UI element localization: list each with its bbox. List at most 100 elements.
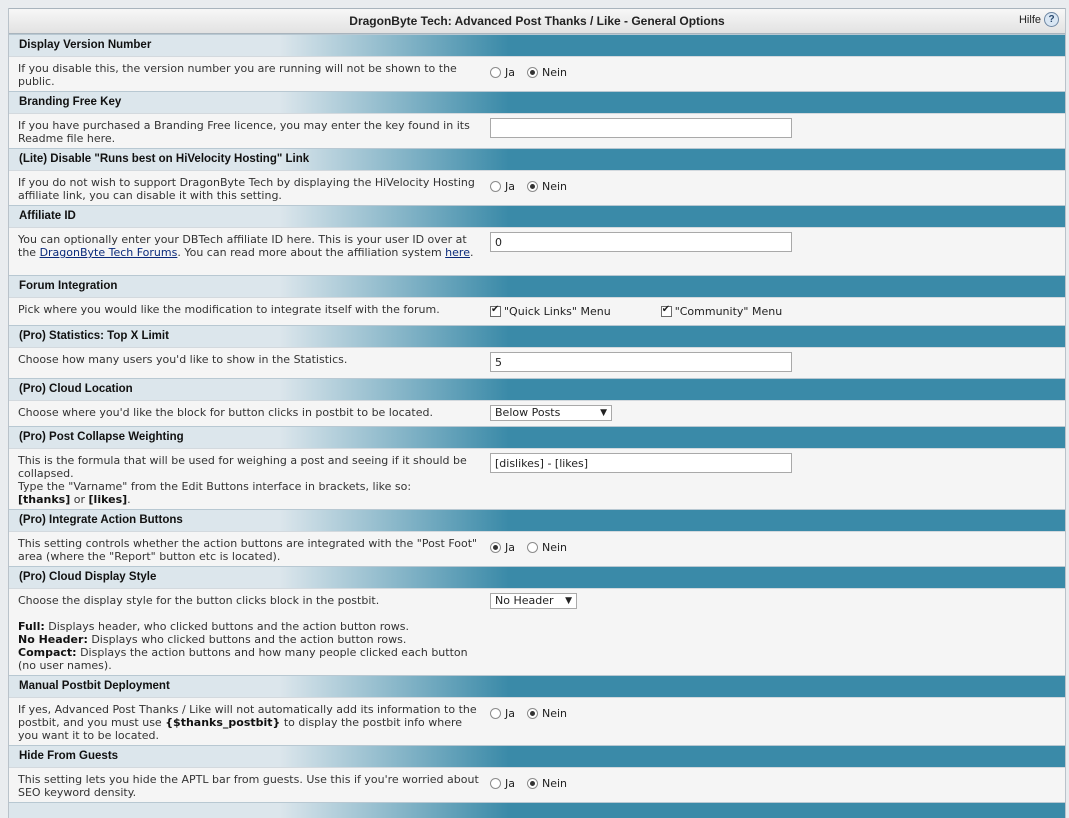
varname-thanks: [thanks] (18, 493, 71, 506)
display-style-select[interactable]: No Header ▼ (490, 593, 577, 609)
section-body-stats: Choose how many users you'd like to show… (9, 347, 1065, 378)
version-radio-group: Ja Nein (490, 66, 579, 79)
radio-label-nein: Nein (542, 66, 568, 79)
section-header-guests: Hide From Guests (9, 745, 1065, 767)
dropdown-arrow-icon: ▼ (600, 408, 607, 418)
style-compact-label: Compact: (18, 646, 77, 659)
setting-description: Pick where you would like the modificati… (18, 303, 440, 316)
radio-nein[interactable] (527, 67, 538, 78)
setting-description: You can optionally enter your DBTech aff… (18, 233, 480, 259)
section-title: (Pro) Statistics: Top X Limit (19, 330, 169, 342)
section-header-lite-link: (Lite) Disable "Runs best on HiVelocity … (9, 148, 1065, 170)
radio-nein[interactable] (527, 181, 538, 192)
settings-panel: DragonByte Tech: Advanced Post Thanks / … (8, 8, 1066, 818)
section-body-collapse: This is the formula that will be used fo… (9, 448, 1065, 509)
desc-text: Choose the display style for the button … (18, 594, 380, 607)
collapse-formula-input[interactable]: [dislikes] - [likes] (490, 453, 792, 473)
section-title: (Lite) Disable "Runs best on HiVelocity … (19, 153, 310, 165)
checkbox-quick-links[interactable]: "Quick Links" Menu (490, 304, 611, 318)
action-buttons-radio-group: Ja Nein (490, 541, 579, 554)
setting-description: Choose where you'd like the block for bu… (18, 406, 433, 419)
radio-ja[interactable] (490, 542, 501, 553)
radio-nein[interactable] (527, 708, 538, 719)
radio-label-ja: Ja (505, 180, 515, 193)
setting-description: If you do not wish to support DragonByte… (18, 176, 475, 202)
section-header-collapse: (Pro) Post Collapse Weighting (9, 426, 1065, 448)
help-icon: ? (1044, 12, 1059, 27)
radio-nein[interactable] (527, 778, 538, 789)
desc-text: . You can read more about the affiliatio… (177, 246, 446, 259)
section-title: Display Version Number (19, 39, 152, 51)
radio-ja[interactable] (490, 708, 501, 719)
desc-text: Displays who clicked buttons and the act… (87, 633, 407, 646)
radio-label-ja: Ja (505, 707, 515, 720)
setting-description: This setting lets you hide the APTL bar … (18, 773, 479, 799)
section-title: Affiliate ID (19, 210, 76, 222)
desc-text: Displays the action buttons and how many… (18, 646, 468, 672)
affiliate-id-input[interactable]: 0 (490, 232, 792, 252)
section-body-forum: Pick where you would like the modificati… (9, 297, 1065, 325)
checkbox-community[interactable]: "Community" Menu (660, 304, 782, 318)
desc-text: Type the "Varname" from the Edit Buttons… (18, 480, 412, 493)
radio-ja[interactable] (490, 181, 501, 192)
style-noheader-label: No Header: (18, 633, 88, 646)
stats-limit-input[interactable]: 5 (490, 352, 792, 372)
section-title: Hide From Guests (19, 750, 119, 762)
radio-label-ja: Ja (505, 777, 515, 790)
setting-description: This is the formula that will be used fo… (18, 454, 480, 506)
section-body-branding: If you have purchased a Branding Free li… (9, 113, 1065, 148)
postbit-variable-code: {$thanks_postbit} (165, 716, 281, 729)
forum-checkbox-group: "Quick Links" Menu "Community" Menu (490, 304, 830, 318)
section-title: Branding Free Key (19, 96, 122, 108)
section-header-manual: Manual Postbit Deployment (9, 675, 1065, 697)
section-header-action-buttons: (Pro) Integrate Action Buttons (9, 509, 1065, 531)
desc-text: Displays header, who clicked buttons and… (44, 620, 410, 633)
section-title: (Pro) Integrate Action Buttons (19, 514, 183, 526)
select-value: Below Posts (495, 406, 561, 419)
setting-description: If yes, Advanced Post Thanks / Like will… (18, 703, 480, 742)
section-title: (Pro) Post Collapse Weighting (19, 431, 184, 443)
section-title: Manual Postbit Deployment (19, 680, 170, 692)
radio-label-nein: Nein (542, 180, 568, 193)
radio-nein[interactable] (527, 542, 538, 553)
section-title: (Pro) Cloud Location (19, 383, 133, 395)
help-link[interactable]: Hilfe ? (1019, 12, 1059, 27)
affiliation-here-link[interactable]: here (445, 246, 470, 259)
checkbox-label: "Quick Links" Menu (504, 305, 611, 318)
checkbox-box[interactable] (490, 304, 501, 317)
desc-text: This is the formula that will be used fo… (18, 454, 467, 480)
section-body-cloud-location: Choose where you'd like the block for bu… (9, 400, 1065, 426)
style-full-label: Full: (18, 620, 45, 633)
section-header-cloud-location: (Pro) Cloud Location (9, 378, 1065, 400)
setting-description: Choose the display style for the button … (18, 594, 480, 672)
section-body-action-buttons: This setting controls whether the action… (9, 531, 1065, 566)
checkbox-box[interactable] (660, 304, 672, 317)
section-header-branding: Branding Free Key (9, 91, 1065, 113)
desc-text: or (70, 493, 89, 506)
page-title: DragonByte Tech: Advanced Post Thanks / … (349, 14, 725, 28)
section-header-forum: Forum Integration (9, 275, 1065, 297)
section-body-guests: This setting lets you hide the APTL bar … (9, 767, 1065, 802)
section-body-version: If you disable this, the version number … (9, 56, 1065, 91)
radio-ja[interactable] (490, 67, 501, 78)
desc-text: . (469, 246, 474, 259)
dragonbyte-forums-link[interactable]: DragonByte Tech Forums (40, 246, 178, 259)
radio-label-ja: Ja (505, 66, 515, 79)
setting-description: If you disable this, the version number … (18, 62, 457, 88)
help-label: Hilfe (1018, 13, 1041, 26)
section-title: Forum Integration (19, 280, 118, 292)
section-header-display-style: (Pro) Cloud Display Style (9, 566, 1065, 588)
branding-key-input[interactable] (490, 118, 792, 138)
panel-header: DragonByte Tech: Advanced Post Thanks / … (9, 8, 1065, 34)
radio-label-nein: Nein (542, 777, 568, 790)
radio-ja[interactable] (490, 778, 501, 789)
section-header-next (9, 802, 1065, 818)
desc-text: . (127, 493, 131, 506)
section-header-stats: (Pro) Statistics: Top X Limit (9, 325, 1065, 347)
setting-description: If you have purchased a Branding Free li… (18, 119, 470, 145)
cloud-location-select[interactable]: Below Posts ▼ (490, 405, 612, 421)
dropdown-arrow-icon: ▼ (565, 596, 572, 606)
setting-description: Choose how many users you'd like to show… (18, 353, 348, 366)
section-body-lite-link: If you do not wish to support DragonByte… (9, 170, 1065, 205)
radio-label-nein: Nein (542, 707, 568, 720)
